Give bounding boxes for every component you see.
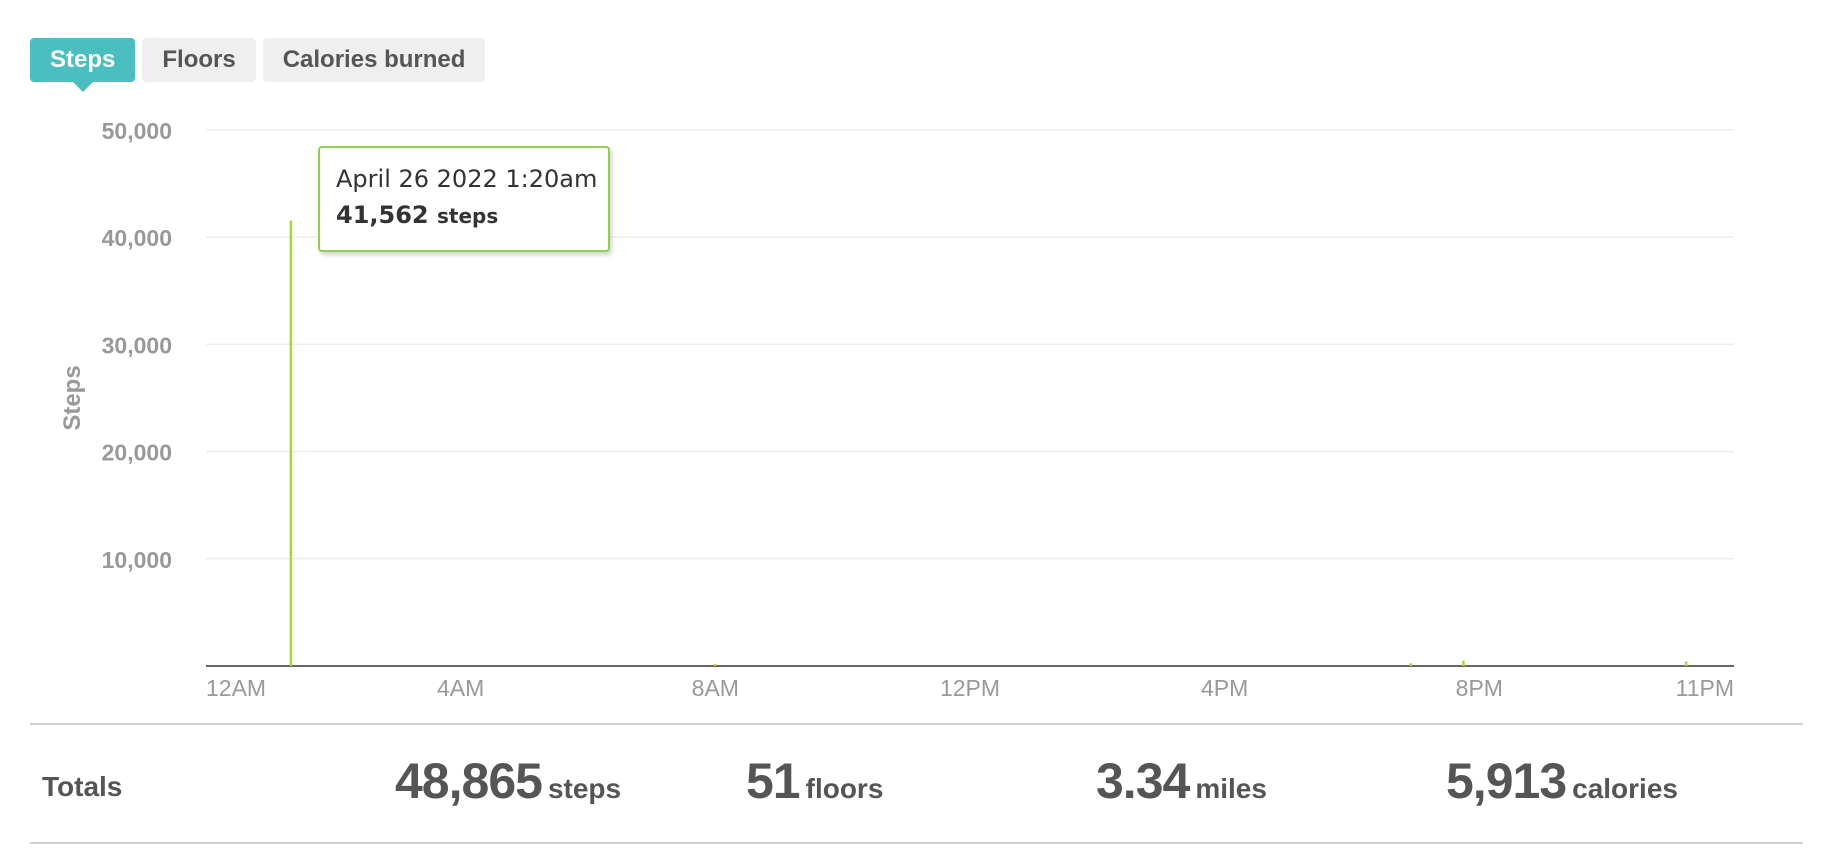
- tooltip-value: 41,562: [336, 201, 429, 229]
- metric-tabs: Steps Floors Calories burned: [30, 38, 486, 92]
- totals-top-divider: [30, 723, 1803, 725]
- tooltip-value-line: 41,562 steps: [336, 200, 592, 231]
- x-tick-label: 4PM: [1201, 675, 1248, 701]
- tab-steps[interactable]: Steps: [30, 38, 136, 92]
- x-tick-label: 12PM: [940, 675, 1000, 701]
- total-miles: 3.34 miles: [1096, 752, 1267, 810]
- y-tick-label: 10,000: [102, 547, 172, 573]
- steps-chart: 10,000 20,000 30,000 40,000 50,000 Steps 12AM 4…: [59, 118, 1734, 701]
- total-floors-unit: floors: [805, 773, 884, 804]
- total-calories: 5,913 calories: [1446, 752, 1678, 810]
- total-calories-value: 5,913: [1446, 753, 1567, 809]
- tab-calories-burned[interactable]: Calories burned: [262, 38, 486, 82]
- y-tick-label: 50,000: [102, 118, 172, 144]
- tab-floors[interactable]: Floors: [142, 38, 256, 82]
- x-tick-label: 8AM: [692, 675, 739, 701]
- total-miles-unit: miles: [1195, 773, 1267, 804]
- y-axis-label: Steps: [59, 365, 86, 430]
- total-steps-unit: steps: [547, 773, 622, 804]
- y-tick-label: 20,000: [102, 440, 172, 466]
- total-miles-value: 3.34: [1096, 753, 1190, 809]
- total-calories-unit: calories: [1572, 773, 1678, 804]
- x-tick-label: 12AM: [206, 675, 266, 701]
- total-steps-value: 48,865: [395, 753, 543, 809]
- x-tick-label: 11PM: [1676, 675, 1734, 701]
- x-tick-label: 8PM: [1456, 675, 1503, 701]
- y-tick-label: 40,000: [102, 225, 172, 251]
- tooltip-date: April 26 2022 1:20am: [336, 165, 598, 193]
- x-tick-label: 4AM: [437, 675, 484, 701]
- totals-label: Totals: [42, 771, 123, 802]
- total-steps: 48,865 steps: [395, 752, 621, 810]
- tooltip-unit: steps: [436, 204, 499, 228]
- total-floors-value: 51: [746, 753, 801, 809]
- totals-bottom-divider: [30, 842, 1803, 844]
- total-floors: 51 floors: [746, 752, 883, 810]
- chart-tooltip: April 26 2022 1:20am 41,562 steps: [318, 146, 610, 252]
- y-tick-label: 30,000: [102, 332, 172, 358]
